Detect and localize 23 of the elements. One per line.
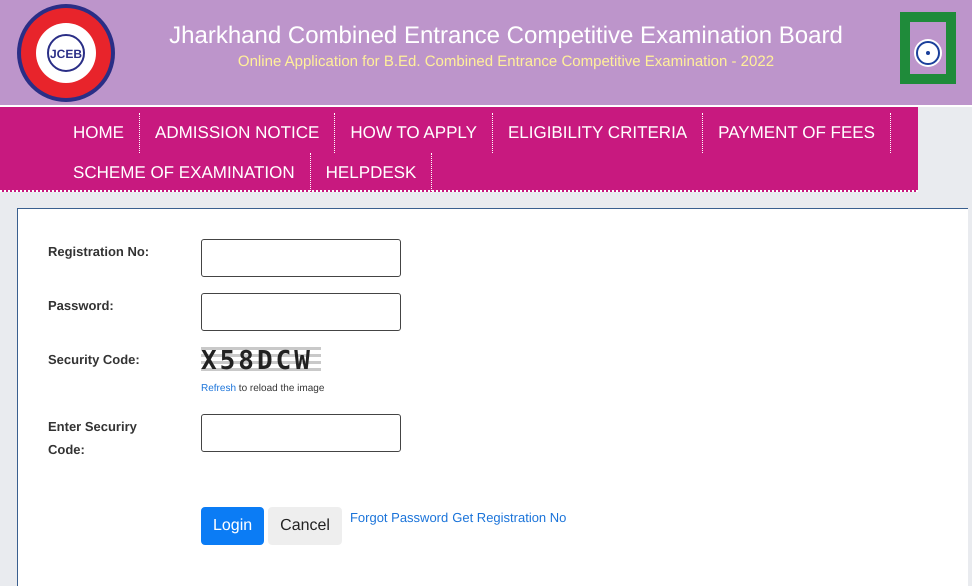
field-label: Registration No: (48, 243, 150, 261)
input-field[interactable] (201, 414, 401, 452)
nav-link[interactable]: HELPDESK (310, 153, 432, 193)
field-label: Enter Securiry Code: (48, 418, 138, 459)
nav-link[interactable]: SCHEME OF EXAMINATION (58, 153, 311, 193)
field-label: Security Code: (48, 351, 141, 369)
refresh-hint: to reload the image (238, 383, 324, 394)
account-link[interactable]: Forgot Password (350, 510, 448, 525)
board-title: Jharkhand Combined Entrance Competitive Examination Board (169, 22, 843, 50)
nav-link[interactable]: HOME (58, 113, 140, 153)
input-field[interactable] (201, 239, 401, 277)
nav-link[interactable]: ELIGIBILITY CRITERIA (492, 113, 704, 153)
nav-link[interactable]: PAYMENT OF FEES (703, 113, 891, 153)
logo: JCEB (16, 2, 116, 102)
login-button[interactable]: Login (201, 507, 264, 545)
cancel-button[interactable]: Cancel (268, 507, 342, 545)
refresh-link[interactable]: Refresh (201, 383, 236, 394)
field-label: Password: (48, 297, 115, 315)
application-subtitle: Online Application for B.Ed. Combined Entrance Competitive Examination - 2022 (238, 52, 774, 70)
nav-link[interactable]: HOW TO APPLY (335, 113, 493, 153)
nav-link[interactable]: ADMISSION NOTICE (140, 113, 336, 153)
account-link[interactable]: Get Registration No (452, 510, 566, 525)
input-field[interactable] (201, 293, 401, 331)
